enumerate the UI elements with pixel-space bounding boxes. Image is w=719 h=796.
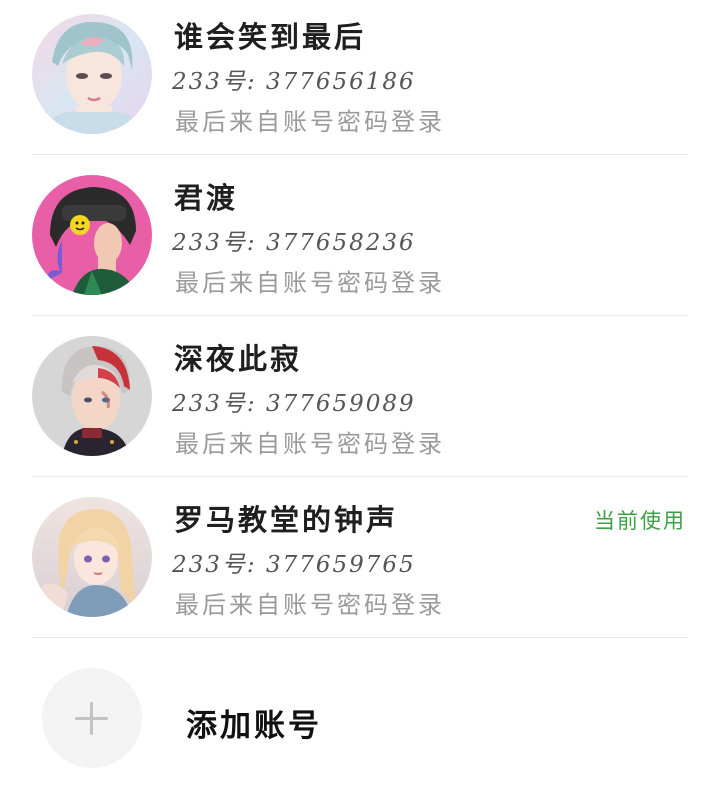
last-login-method: 最后来自账号密码登录 bbox=[175, 108, 445, 136]
account-name: 罗马教堂的钟声 bbox=[174, 503, 399, 537]
plus-icon-vertical bbox=[90, 702, 93, 735]
avatar bbox=[32, 497, 152, 617]
divider bbox=[32, 476, 688, 477]
account-row[interactable]: 君渡 233号: 377658236 最后来自账号密码登录 bbox=[0, 161, 719, 322]
current-account-badge: 当前使用 bbox=[594, 509, 686, 533]
account-list: 谁会笑到最后 233号: 377656186 最后来自账号密码登录 君渡 233… bbox=[0, 0, 719, 644]
divider bbox=[32, 315, 688, 316]
add-account-button[interactable] bbox=[42, 668, 142, 768]
divider bbox=[32, 637, 688, 638]
account-name: 谁会笑到最后 bbox=[174, 20, 367, 54]
avatar-red-white-hair-boy-icon bbox=[32, 336, 152, 456]
account-name: 深夜此寂 bbox=[174, 342, 303, 376]
add-account-row[interactable]: 添加账号 bbox=[0, 644, 719, 794]
avatar-blonde-girl-icon bbox=[32, 497, 152, 617]
account-id: 233号: 377656186 bbox=[172, 69, 416, 95]
account-row[interactable]: 谁会笑到最后 233号: 377656186 最后来自账号密码登录 bbox=[0, 0, 719, 161]
last-login-method: 最后来自账号密码登录 bbox=[175, 269, 445, 297]
account-name: 君渡 bbox=[174, 181, 239, 215]
account-id: 233号: 377659765 bbox=[172, 552, 416, 578]
avatar-pastel-boy-icon bbox=[32, 14, 152, 134]
avatar-helmet-girl-icon bbox=[32, 175, 152, 295]
account-row[interactable]: 罗马教堂的钟声 233号: 377659765 最后来自账号密码登录 当前使用 bbox=[0, 483, 719, 644]
avatar bbox=[32, 14, 152, 134]
account-id: 233号: 377658236 bbox=[172, 230, 416, 256]
account-id: 233号: 377659089 bbox=[172, 391, 416, 417]
avatar bbox=[32, 175, 152, 295]
last-login-method: 最后来自账号密码登录 bbox=[175, 430, 445, 458]
avatar bbox=[32, 336, 152, 456]
account-row[interactable]: 深夜此寂 233号: 377659089 最后来自账号密码登录 bbox=[0, 322, 719, 483]
add-account-label[interactable]: 添加账号 bbox=[186, 700, 322, 745]
last-login-method: 最后来自账号密码登录 bbox=[175, 591, 445, 619]
divider bbox=[32, 154, 688, 155]
